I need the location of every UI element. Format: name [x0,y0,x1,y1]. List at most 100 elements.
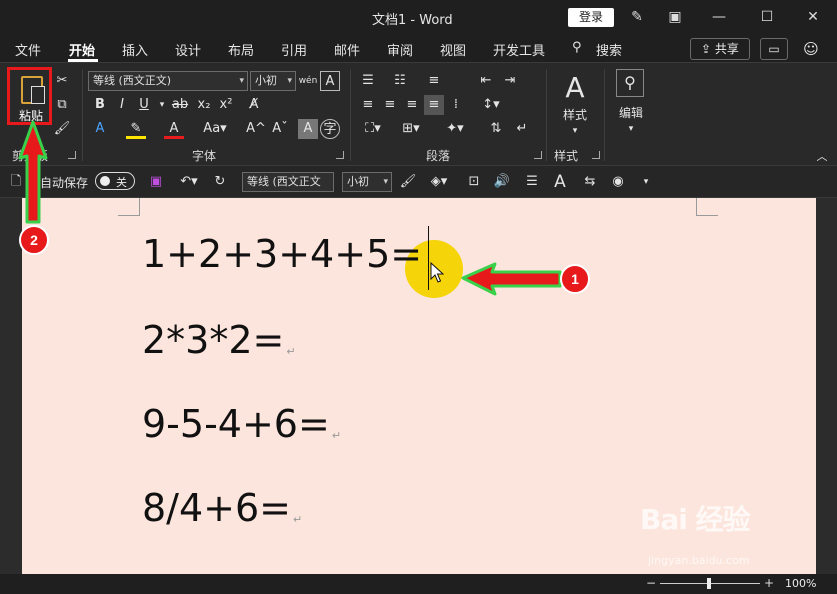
qat-font-size-combo[interactable]: 小初 ▾ [342,172,392,192]
watermark-logo: Bai 经验 [640,503,751,536]
wrap-icon[interactable]: ⇆ [580,172,600,192]
superscript-icon[interactable]: x² [216,95,236,115]
tab-design[interactable]: 设计 [175,40,201,59]
tab-file[interactable]: 文件 [15,40,41,59]
redo-icon[interactable]: ↻ [210,172,230,192]
ribbon-display-icon[interactable]: ▣ [664,6,686,28]
tab-mailings[interactable]: 邮件 [334,40,360,59]
decrease-indent-icon[interactable]: ⇤ [476,71,496,91]
tab-references[interactable]: 引用 [281,40,307,59]
shapes-icon[interactable]: ◈▾ [424,172,454,192]
strikethrough-icon[interactable]: ab [170,95,190,115]
styles-launcher-icon[interactable] [592,151,600,159]
read-aloud-icon[interactable]: 🔊 [492,172,512,192]
equation-line[interactable]: 8/4+6= ↵ [142,486,302,530]
clipboard-icon [21,76,45,104]
subscript-icon[interactable]: x₂ [194,95,214,115]
zoom-slider-thumb[interactable] [707,578,711,589]
bullets-icon[interactable]: ☰ [358,71,378,91]
tab-layout[interactable]: 布局 [228,40,254,59]
paragraph-launcher-icon[interactable] [534,151,542,159]
close-icon[interactable]: ✕ [802,6,824,28]
comment-icon[interactable]: ▭ [760,38,788,60]
record-icon[interactable]: ◉ [608,172,628,192]
format-painter-icon[interactable]: 🖌 [52,119,72,139]
highlight-icon[interactable]: ✎ [126,119,146,139]
borders-icon[interactable]: ⊞▾ [396,119,426,139]
numbering-icon[interactable]: ☷ [390,71,410,91]
brush-icon[interactable]: 🖌 [398,172,418,192]
paste-button[interactable]: 粘贴 [7,67,52,125]
enclose-char-icon[interactable]: 字 [320,119,340,139]
font-name-value: 等线 (西文正文) [93,74,172,87]
font-color-icon[interactable]: A [164,119,184,139]
title-bar: 文档1 - Word 登录 ✎ ▣ — ☐ ✕ [0,0,837,34]
change-case-icon[interactable]: Aa▾ [200,119,230,139]
save-icon[interactable]: ▣ [146,172,166,192]
feedback-smile-icon[interactable]: ☺ [800,38,822,60]
font-launcher-icon[interactable] [336,151,344,159]
asian-layout-icon[interactable]: ✦▾ [440,119,470,139]
font-size-value: 小初 [255,74,277,87]
maximize-icon[interactable]: ☐ [756,6,778,28]
shading-icon[interactable]: ⛶▾ [358,119,388,139]
group-separator [350,69,351,161]
align-left-icon[interactable]: ≡ [358,95,378,115]
new-doc-icon[interactable]: 🗋 [6,172,26,192]
equation-line[interactable]: 9-5-4+6= ↵ [142,402,341,446]
show-marks-icon[interactable]: ↵ [512,119,532,139]
bold-icon[interactable]: B [90,95,110,115]
increase-indent-icon[interactable]: ⇥ [500,71,520,91]
pen-icon[interactable]: ✎ [626,6,648,28]
multilevel-list-icon[interactable]: ≡ [424,71,444,91]
undo-icon[interactable]: ↶▾ [174,172,204,192]
equation-line[interactable]: 2*3*2= ↵ [142,318,296,362]
text-effect-icon[interactable]: A [90,119,110,139]
italic-icon[interactable]: I [112,95,132,115]
share-label: 共享 [714,42,739,56]
font-name-combo[interactable]: 等线 (西文正文) ▾ [88,71,248,91]
tab-review[interactable]: 审阅 [387,40,413,59]
text-icon[interactable]: A [550,172,570,192]
sort-icon[interactable]: ⇅ [486,119,506,139]
share-button[interactable]: ⇪ 共享 [690,38,750,60]
equation-line[interactable]: 1+2+3+4+5= [142,232,422,276]
minimize-icon[interactable]: — [708,6,730,28]
font-size-combo[interactable]: 小初 ▾ [250,71,296,91]
tab-view[interactable]: 视图 [440,40,466,59]
customize-qat-icon[interactable]: ▾ [636,172,656,192]
align-center-icon[interactable]: ≡ [380,95,400,115]
distributed-icon[interactable]: ⁞ [446,95,466,115]
grow-font-icon[interactable]: A^ [246,119,266,139]
zoom-percentage[interactable]: 100% [785,577,816,590]
clear-format-icon[interactable]: A̸ [244,95,264,115]
underline-icon[interactable]: U [134,95,154,115]
justify-icon[interactable]: ≡ [424,95,444,115]
styles-icon[interactable]: A [560,71,590,105]
shrink-font-icon[interactable]: Aˇ [270,119,290,139]
autosave-toggle[interactable]: 关 [95,172,135,190]
equation-text: 1+2+3+4+5= [142,232,423,276]
tab-search[interactable]: 搜索 [596,40,622,59]
align-right-icon[interactable]: ≡ [402,95,422,115]
search-icon[interactable]: ⚲ [572,40,582,55]
picture-icon[interactable]: ⊡ [464,172,484,192]
line-spacing-icon[interactable]: ↕▾ [476,95,506,115]
login-button[interactable]: 登录 [568,8,614,27]
tab-insert[interactable]: 插入 [122,40,148,59]
char-border-icon[interactable]: A [320,71,340,91]
find-icon[interactable]: ⚲ [616,69,644,97]
chevron-down-icon[interactable]: ▾ [152,95,172,115]
char-shading-icon[interactable]: A [298,119,318,139]
zoom-out-icon[interactable]: − [646,576,656,590]
tab-home[interactable]: 开始 [69,40,95,59]
layout-icon[interactable]: ☰ [522,172,542,192]
qat-font-name-combo[interactable]: 等线 (西文正文 [242,172,334,192]
zoom-in-icon[interactable]: + [764,576,774,590]
cut-icon[interactable]: ✂ [52,71,72,91]
copy-icon[interactable]: ⧉ [52,95,72,115]
collapse-ribbon-icon[interactable]: ︿ [812,147,832,167]
clipboard-launcher-icon[interactable] [68,151,76,159]
tab-developer[interactable]: 开发工具 [493,40,545,59]
phonetic-guide-icon[interactable]: wén [298,71,318,91]
